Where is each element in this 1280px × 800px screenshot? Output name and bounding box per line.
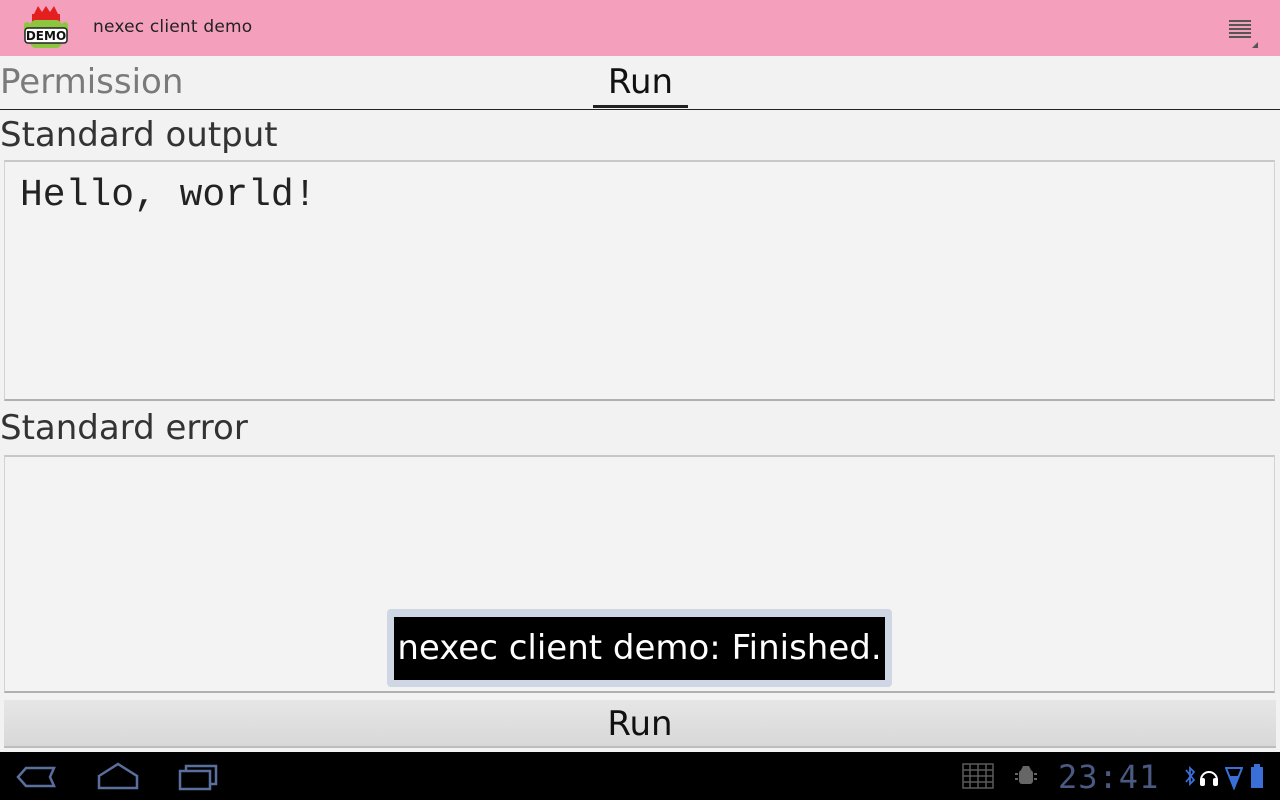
- clock[interactable]: 23:41: [1058, 758, 1159, 796]
- recent-apps-button[interactable]: [176, 760, 222, 794]
- stdout-label: Standard output: [0, 115, 278, 155]
- android-debug-icon[interactable]: [1014, 762, 1038, 794]
- tab-run[interactable]: Run: [593, 62, 688, 108]
- back-button[interactable]: [14, 760, 60, 794]
- recent-apps-icon: [178, 764, 218, 791]
- app-title: nexec client demo: [93, 17, 253, 37]
- tab-permission[interactable]: Permission: [0, 62, 183, 102]
- home-button[interactable]: [95, 760, 141, 794]
- back-icon: [16, 766, 56, 788]
- stderr-label: Standard error: [0, 408, 248, 448]
- keyboard-grid-icon[interactable]: [962, 762, 994, 794]
- toast-message: nexec client demo: Finished.: [394, 617, 885, 680]
- battery-icon[interactable]: [1250, 762, 1264, 794]
- home-icon: [97, 762, 139, 790]
- stdout-textbox[interactable]: Hello, world!: [4, 160, 1275, 401]
- overflow-menu-button[interactable]: [1224, 14, 1264, 50]
- action-bar: DEMO nexec client demo: [0, 0, 1280, 56]
- wifi-icon[interactable]: [1224, 762, 1244, 794]
- overflow-menu-icon: [1229, 20, 1258, 48]
- tab-bar: Permission Run: [0, 56, 1280, 110]
- headset-icon[interactable]: [1198, 762, 1220, 794]
- tab-selected-indicator: [593, 105, 688, 108]
- stdout-text: Hello, world!: [20, 174, 317, 217]
- app-icon-label: DEMO: [26, 29, 66, 43]
- bluetooth-icon[interactable]: [1184, 762, 1196, 794]
- system-bar: 23:41: [0, 752, 1280, 800]
- screen: DEMO nexec client demo Permission Run St…: [0, 0, 1280, 800]
- run-button[interactable]: Run: [4, 700, 1276, 748]
- app-icon[interactable]: DEMO: [22, 4, 70, 52]
